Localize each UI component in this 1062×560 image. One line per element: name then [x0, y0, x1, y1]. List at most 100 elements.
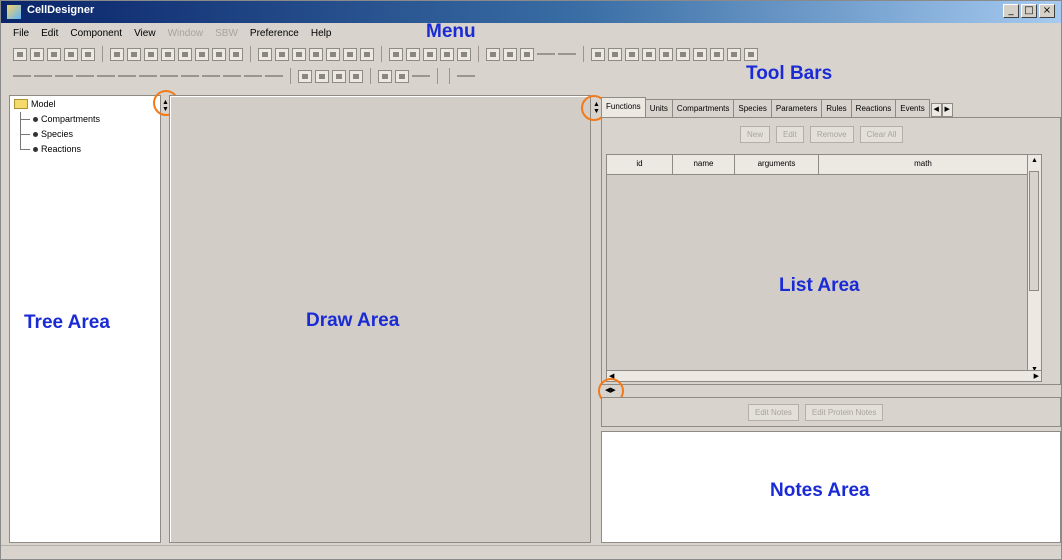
scroll-thumb[interactable]	[1029, 171, 1039, 291]
line-icon[interactable]	[412, 75, 430, 77]
menu-file[interactable]: File	[9, 28, 33, 39]
shape-rect-icon[interactable]	[591, 47, 605, 61]
arrow-icon[interactable]	[558, 53, 576, 55]
shape-rect-icon[interactable]	[608, 47, 622, 61]
edit-protein-notes-button[interactable]: Edit Protein Notes	[804, 404, 884, 421]
align-left-icon[interactable]	[309, 47, 323, 61]
remove-button[interactable]: Remove	[809, 126, 854, 143]
translation-icon[interactable]	[118, 75, 136, 77]
state-transition-icon[interactable]	[13, 75, 31, 77]
vertical-scrollbar[interactable]: ▲ ▼	[1027, 155, 1041, 375]
transcription-icon[interactable]	[97, 75, 115, 77]
transport-icon[interactable]	[76, 75, 94, 77]
shape-oval-icon[interactable]	[727, 47, 741, 61]
bracket-icon[interactable]	[349, 69, 363, 83]
tab-units[interactable]: Units	[644, 99, 673, 117]
line-icon[interactable]	[457, 75, 475, 77]
text-icon[interactable]	[275, 47, 289, 61]
inhibition-icon[interactable]	[55, 75, 73, 77]
tab-species[interactable]: Species	[733, 99, 772, 117]
scroll-right-icon[interactable]: ▶	[1034, 372, 1039, 380]
rectangle-icon[interactable]	[298, 69, 312, 83]
tab-scroll-left-icon[interactable]: ◀	[930, 103, 942, 117]
horizontal-scrollbar[interactable]: ◀ ▶	[606, 370, 1042, 382]
bracket-icon[interactable]	[332, 69, 346, 83]
new-button[interactable]: New	[740, 126, 771, 143]
heterodimer-icon[interactable]	[139, 75, 157, 77]
menu-help[interactable]: Help	[307, 28, 336, 39]
print-icon[interactable]	[81, 47, 95, 61]
tree-node-compartments[interactable]: Compartments	[20, 114, 100, 124]
layout-icon[interactable]	[440, 47, 454, 61]
truncation-icon[interactable]	[181, 75, 199, 77]
cut-icon[interactable]	[144, 47, 158, 61]
shape-rect-icon[interactable]	[642, 47, 656, 61]
tab-parameters[interactable]: Parameters	[770, 99, 823, 117]
trigger-icon[interactable]	[223, 75, 241, 77]
corner-icon[interactable]	[395, 69, 409, 83]
minimize-button[interactable]: _	[1003, 4, 1019, 18]
dissociation-icon[interactable]	[160, 75, 178, 77]
column-arguments[interactable]: arguments	[735, 155, 819, 174]
layout-icon[interactable]	[457, 47, 471, 61]
menu-sbw[interactable]: SBW	[211, 28, 242, 39]
circle-icon[interactable]	[315, 69, 329, 83]
open-file-icon[interactable]	[30, 47, 44, 61]
redo-icon[interactable]	[127, 47, 141, 61]
arrow-icon[interactable]	[537, 53, 555, 55]
copy-icon[interactable]	[161, 47, 175, 61]
column-id[interactable]: id	[607, 155, 673, 174]
save-icon[interactable]	[47, 47, 61, 61]
zoom-in-icon[interactable]	[195, 47, 209, 61]
draw-list-splitter[interactable]: ▲ ▼	[592, 95, 600, 543]
tree-node-reactions[interactable]: Reactions	[20, 144, 81, 154]
tab-functions[interactable]: Functions	[601, 97, 646, 117]
modulation-icon[interactable]	[202, 75, 220, 77]
tab-scroll-right-icon[interactable]: ▶	[941, 103, 953, 117]
menu-view[interactable]: View	[130, 28, 160, 39]
unknown-catalysis-icon[interactable]	[244, 75, 262, 77]
shape-filled-oval-icon[interactable]	[744, 47, 758, 61]
tree-area[interactable]: Model Compartments Species Reactions Tre…	[9, 95, 161, 543]
menu-component[interactable]: Component	[66, 28, 126, 39]
unknown-inhibition-icon[interactable]	[265, 75, 283, 77]
gene-icon[interactable]	[520, 47, 534, 61]
menu-edit[interactable]: Edit	[37, 28, 62, 39]
functions-table[interactable]: id name arguments math ▲ ▼ List Area	[606, 154, 1042, 376]
shape-oval-icon[interactable]	[693, 47, 707, 61]
layout-icon[interactable]	[423, 47, 437, 61]
edit-button[interactable]: Edit	[776, 126, 804, 143]
layout-icon[interactable]	[389, 47, 403, 61]
scroll-up-icon[interactable]: ▲	[1031, 157, 1038, 164]
pencil-icon[interactable]	[258, 47, 272, 61]
catalysis-icon[interactable]	[34, 75, 52, 77]
clear-all-button[interactable]: Clear All	[859, 126, 904, 143]
edit-notes-button[interactable]: Edit Notes	[748, 404, 799, 421]
tab-events[interactable]: Events	[895, 99, 930, 117]
tree-root-model[interactable]: Model	[14, 99, 56, 109]
save-as-icon[interactable]	[64, 47, 78, 61]
select-icon[interactable]	[486, 47, 500, 61]
maximize-button[interactable]: □	[1021, 4, 1037, 18]
layout-icon[interactable]	[406, 47, 420, 61]
zoom-out-icon[interactable]	[212, 47, 226, 61]
column-math[interactable]: math	[819, 155, 1027, 174]
tab-rules[interactable]: Rules	[821, 99, 852, 117]
tree-draw-splitter[interactable]: ▲ ▼	[161, 95, 169, 543]
paste-icon[interactable]	[178, 47, 192, 61]
protein-icon[interactable]	[503, 47, 517, 61]
align-center-icon[interactable]	[326, 47, 340, 61]
tab-reactions[interactable]: Reactions	[850, 99, 897, 117]
shape-rect-icon[interactable]	[676, 47, 690, 61]
close-button[interactable]: ×	[1039, 4, 1055, 18]
undo-icon[interactable]	[110, 47, 124, 61]
shape-rect-icon[interactable]	[659, 47, 673, 61]
menu-preference[interactable]: Preference	[246, 28, 303, 39]
tab-compartments[interactable]: Compartments	[671, 99, 735, 117]
notes-area[interactable]: Notes Area	[601, 431, 1061, 543]
draw-area[interactable]: Draw Area	[169, 95, 591, 543]
tree-node-species[interactable]: Species	[20, 129, 73, 139]
shape-rect-icon[interactable]	[625, 47, 639, 61]
list-notes-splitter[interactable]: ◀▶	[601, 387, 1061, 395]
shape-oval-icon[interactable]	[710, 47, 724, 61]
